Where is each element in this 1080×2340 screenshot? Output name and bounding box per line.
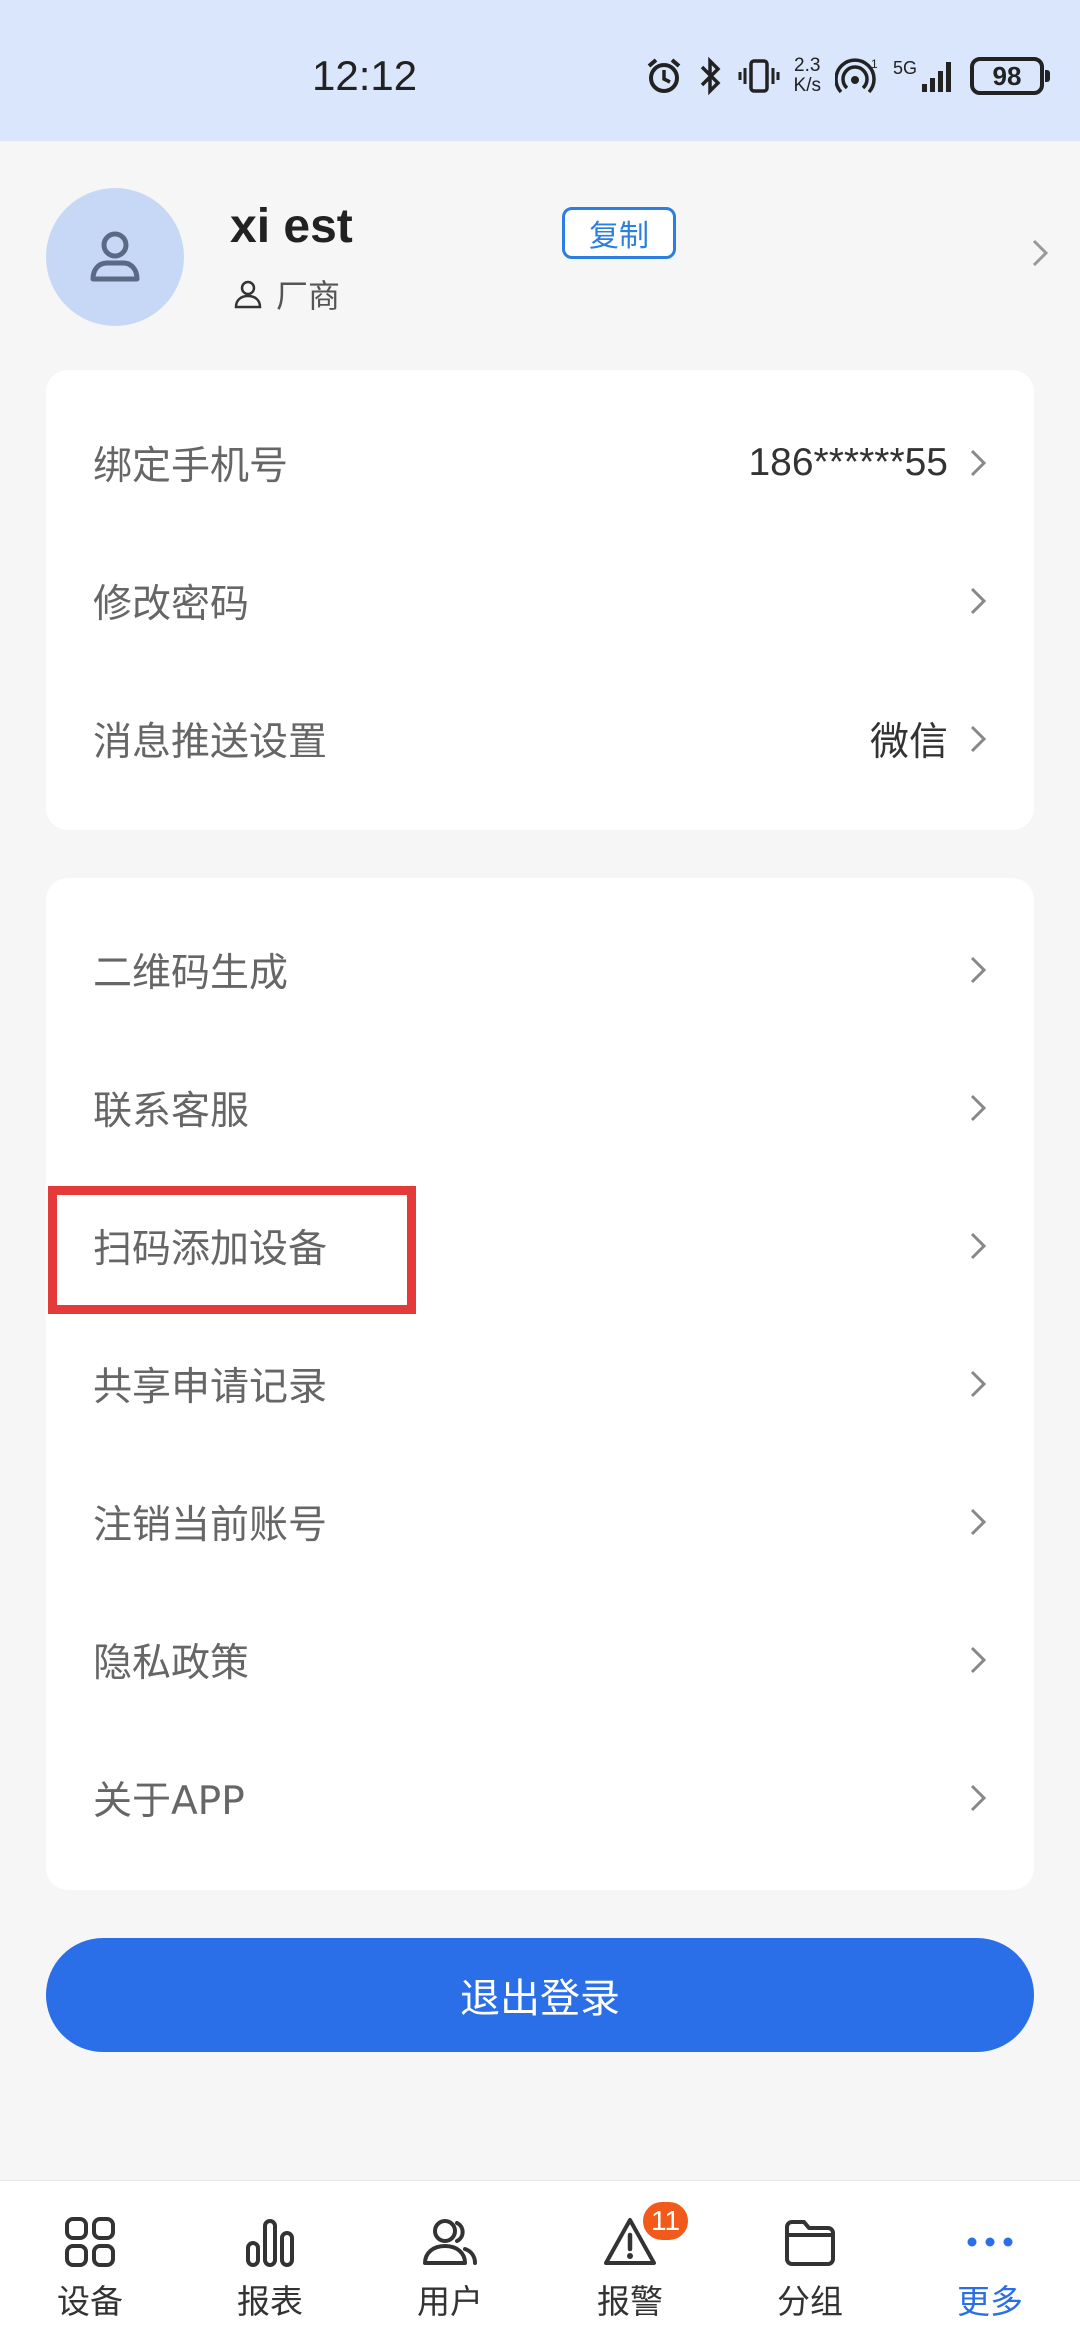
nav-label: 报警 — [597, 2282, 663, 2321]
chevron-right-icon — [970, 1508, 987, 1536]
nav-item-users[interactable]: 用户 — [360, 2181, 540, 2340]
row-label: 联系客服 — [93, 1089, 250, 1134]
row-push-settings[interactable]: 消息推送设置 微信 — [46, 670, 1034, 808]
chevron-right-icon[interactable] — [1030, 237, 1050, 269]
row-label: 消息推送设置 — [93, 720, 328, 765]
avatar[interactable] — [46, 188, 184, 326]
row-label: 绑定手机号 — [93, 444, 289, 489]
svg-text:1: 1 — [871, 57, 878, 71]
network-speed: 2.3 K/s — [794, 56, 821, 96]
menu-card: 二维码生成 联系客服 扫码添加设备 共享申请记录 注销当前账号 隐私政策 关于A… — [46, 878, 1034, 1890]
nav-label: 分组 — [777, 2282, 843, 2321]
person-outline-icon — [234, 280, 262, 309]
folder-icon — [785, 2220, 835, 2266]
alarm-icon — [644, 56, 684, 96]
bottom-nav: 设备 报表 用户 报警 11 分组 更多 — [0, 2180, 1080, 2340]
row-label: 隐私政策 — [93, 1641, 250, 1686]
signal-icon: 5G — [893, 58, 956, 94]
bluetooth-icon — [698, 56, 724, 96]
chevron-right-icon — [970, 725, 987, 753]
nav-item-reports[interactable]: 报表 — [180, 2181, 360, 2340]
chevron-right-icon — [970, 1784, 987, 1812]
row-label: 注销当前账号 — [93, 1503, 328, 1548]
row-label: 共享申请记录 — [93, 1365, 328, 1410]
row-qr-generate[interactable]: 二维码生成 — [46, 901, 1034, 1039]
nav-item-alarms[interactable]: 报警 11 — [540, 2181, 720, 2340]
row-change-password[interactable]: 修改密码 — [46, 532, 1034, 670]
nav-label: 更多 — [957, 2282, 1023, 2321]
row-label: 修改密码 — [93, 582, 250, 627]
chevron-right-icon — [970, 1370, 987, 1398]
nav-label: 报表 — [237, 2282, 303, 2321]
row-label: 扫码添加设备 — [93, 1227, 328, 1272]
net-speed-value: 2.3 — [794, 55, 821, 76]
chevron-right-icon — [970, 587, 987, 615]
hotspot-icon: 1 — [834, 56, 879, 96]
nav-label: 设备 — [57, 2282, 123, 2321]
network-type: 5G — [892, 58, 917, 78]
battery-indicator: 98 — [970, 57, 1050, 95]
logout-button[interactable]: 退出登录 — [46, 1938, 1034, 2052]
grid-icon — [65, 2217, 115, 2267]
nav-item-more[interactable]: 更多 — [900, 2181, 1080, 2340]
nav-item-groups[interactable]: 分组 — [720, 2181, 900, 2340]
bar-chart-icon — [246, 2219, 294, 2267]
chevron-right-icon — [970, 956, 987, 984]
row-label: 二维码生成 — [93, 951, 289, 996]
chevron-right-icon — [970, 1232, 987, 1260]
status-icons: 2.3 K/s 1 5G 98 — [644, 50, 1050, 102]
nav-item-devices[interactable]: 设备 — [0, 2181, 180, 2340]
row-value: 微信 — [869, 721, 948, 764]
nav-label: 用户 — [417, 2282, 483, 2321]
copy-button[interactable]: 复制 — [562, 207, 676, 259]
row-label: 关于APP — [93, 1779, 245, 1824]
chevron-right-icon — [970, 449, 987, 477]
row-delete-account[interactable]: 注销当前账号 — [46, 1453, 1034, 1591]
net-speed-unit: K/s — [793, 75, 821, 96]
row-scan-add-device[interactable]: 扫码添加设备 — [46, 1177, 1034, 1315]
row-contact-support[interactable]: 联系客服 — [46, 1039, 1034, 1177]
status-time: 12:12 — [312, 52, 418, 99]
profile-header[interactable]: xi est 复制 厂商 — [0, 141, 1080, 371]
row-privacy-policy[interactable]: 隐私政策 — [46, 1591, 1034, 1729]
username: xi est — [230, 200, 353, 253]
chevron-right-icon — [970, 1646, 987, 1674]
row-bind-phone[interactable]: 绑定手机号 186******55 — [46, 394, 1034, 532]
vibrate-icon — [738, 56, 780, 96]
row-value: 186******55 — [748, 441, 948, 484]
row-share-requests[interactable]: 共享申请记录 — [46, 1315, 1034, 1453]
more-icon — [967, 2237, 1013, 2247]
users-icon — [423, 2219, 477, 2265]
alarm-count-badge: 11 — [640, 2199, 692, 2243]
chevron-right-icon — [970, 1094, 987, 1122]
user-icon — [90, 231, 140, 282]
account-settings-card: 绑定手机号 186******55 修改密码 消息推送设置 微信 — [46, 370, 1034, 830]
role: 厂商 — [232, 271, 340, 317]
status-bar: 12:12 2.3 K/s 1 5G 98 — [0, 0, 1080, 141]
role-label: 厂商 — [276, 277, 341, 315]
row-about-app[interactable]: 关于APP — [46, 1729, 1034, 1867]
